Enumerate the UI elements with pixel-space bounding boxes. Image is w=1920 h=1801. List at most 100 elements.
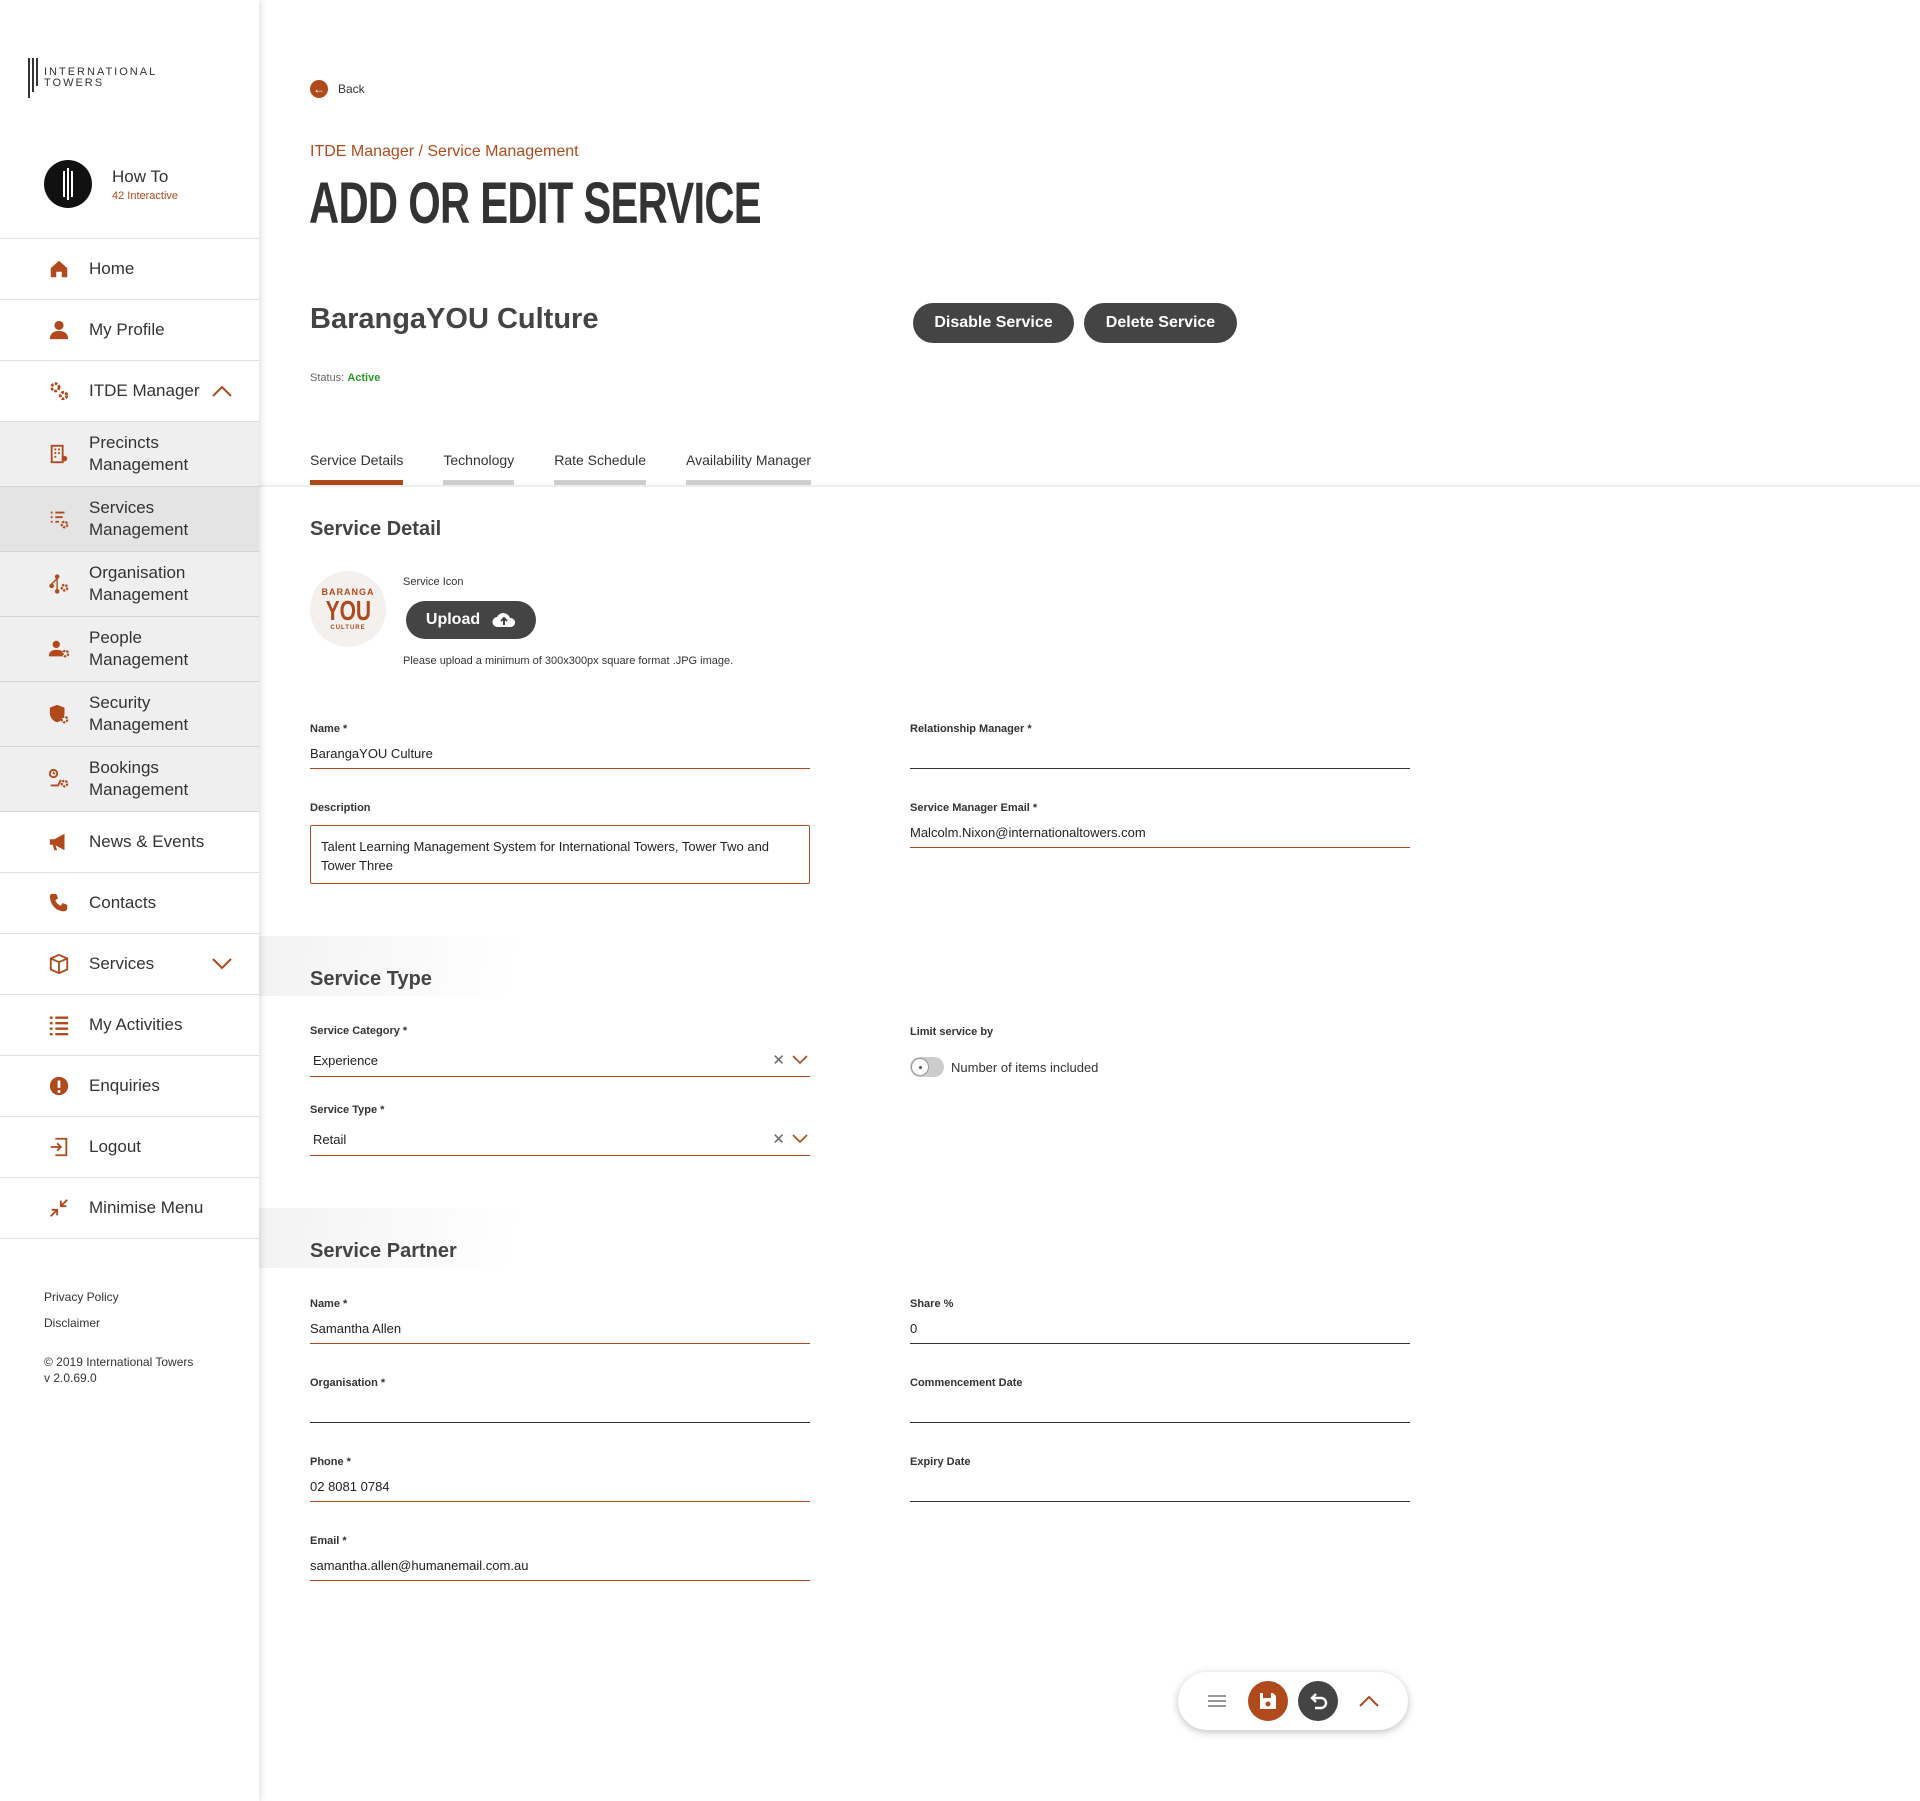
scroll-top-button[interactable] — [1349, 1681, 1389, 1721]
service-manager-email-input[interactable] — [910, 824, 1410, 848]
building-icon — [48, 443, 70, 465]
service-type-select[interactable]: Retail ✕ — [310, 1126, 810, 1156]
save-button[interactable] — [1247, 1681, 1288, 1721]
relationship-manager-input[interactable] — [910, 745, 1410, 769]
field-label: Email * — [310, 1535, 347, 1547]
nav-label: Services — [89, 954, 155, 973]
home-icon — [48, 258, 70, 280]
arrow-left-icon: ← — [310, 80, 328, 98]
limit-items-toggle-row: Number of items included — [910, 1057, 1098, 1077]
status-value: Active — [347, 372, 381, 384]
nav-item-security[interactable]: Security Management — [0, 682, 259, 747]
logo-mark — [28, 58, 38, 98]
tab-service-details[interactable]: Service Details — [310, 452, 404, 485]
share-percent-input[interactable] — [910, 1320, 1410, 1344]
user-card[interactable]: How To 42 Interactive — [44, 160, 178, 208]
nav-item-people[interactable]: People Management — [0, 617, 259, 682]
limit-items-toggle[interactable] — [910, 1057, 944, 1077]
nav-label: Organisation Management — [89, 563, 189, 604]
tab-bar: Service Details Technology Rate Schedule… — [310, 452, 851, 485]
main-nav: Home My Profile ITDE Manager Precincts M… — [0, 238, 259, 1239]
organisation-input[interactable] — [310, 1399, 810, 1423]
chevron-down-icon[interactable] — [792, 1055, 808, 1065]
copyright: © 2019 International Towers — [44, 1355, 194, 1369]
commencement-date-input[interactable] — [910, 1399, 1410, 1423]
save-icon — [1259, 1693, 1276, 1709]
nav-item-itde-manager[interactable]: ITDE Manager — [0, 361, 259, 422]
logout-icon — [48, 1136, 70, 1158]
relationship-manager-field: Relationship Manager * — [910, 723, 1410, 769]
field-label: Share % — [910, 1298, 954, 1310]
delete-service-button[interactable]: Delete Service — [1084, 303, 1237, 343]
nav-item-services[interactable]: Services — [0, 934, 259, 995]
organisation-field: Organisation * — [310, 1377, 810, 1423]
back-button[interactable]: ← Back — [310, 80, 365, 98]
nav-item-bookings[interactable]: Bookings Management — [0, 747, 259, 812]
nav-label: Precincts Management — [89, 433, 189, 474]
minimise-icon — [48, 1197, 70, 1219]
service-manager-email-field: Service Manager Email * — [910, 802, 1410, 848]
field-label: Service Type * — [310, 1104, 385, 1116]
menu-button[interactable] — [1197, 1681, 1237, 1721]
tab-divider — [259, 485, 1920, 487]
field-label: Relationship Manager * — [910, 723, 1032, 735]
nav-item-enquiries[interactable]: Enquiries — [0, 1056, 259, 1117]
nav-label: Bookings Management — [89, 758, 189, 799]
upload-button[interactable]: Upload — [406, 601, 536, 639]
sidebar: INTERNATIONAL TOWERS How To 42 Interacti… — [0, 0, 259, 1801]
partner-name-input[interactable] — [310, 1320, 810, 1344]
nav-label: News & Events — [89, 832, 205, 851]
nav-item-my-profile[interactable]: My Profile — [0, 300, 259, 361]
field-label: Name * — [310, 723, 348, 735]
nav-item-precincts[interactable]: Precincts Management — [0, 422, 259, 487]
tab-availability-manager[interactable]: Availability Manager — [686, 452, 812, 485]
select-value: Retail — [313, 1132, 347, 1147]
service-category-select[interactable]: Experience ✕ — [310, 1047, 810, 1077]
expiry-date-field: Expiry Date — [910, 1456, 1410, 1502]
field-label: Service Manager Email * — [910, 802, 1038, 814]
upload-label: Upload — [425, 611, 481, 628]
tab-technology[interactable]: Technology — [443, 452, 515, 485]
privacy-policy-link[interactable]: Privacy Policy — [44, 1290, 193, 1304]
disable-service-button[interactable]: Disable Service — [913, 303, 1074, 343]
nav-item-news-events[interactable]: News & Events — [0, 812, 259, 873]
undo-icon — [1310, 1693, 1328, 1710]
nav-item-organisation[interactable]: Organisation Management — [0, 552, 259, 617]
partner-email-input[interactable] — [310, 1557, 810, 1581]
nav-item-home[interactable]: Home — [0, 239, 259, 300]
sidebar-footer: Privacy Policy Disclaimer © 2019 Interna… — [44, 1290, 193, 1398]
nav-label: Enquiries — [89, 1076, 160, 1095]
description-textarea[interactable]: Talent Learning Management System for In… — [310, 825, 810, 884]
nav-label: Minimise Menu — [89, 1198, 204, 1217]
nav-item-services-management[interactable]: Services Management — [0, 487, 259, 552]
user-name: How To — [112, 166, 169, 186]
upload-hint: Please upload a minimum of 300x300px squ… — [403, 655, 734, 667]
clear-icon[interactable]: ✕ — [772, 1051, 785, 1069]
nav-item-contacts[interactable]: Contacts — [0, 873, 259, 934]
nav-label: My Activities — [89, 1015, 183, 1034]
clear-icon[interactable]: ✕ — [772, 1130, 785, 1148]
toggle-label: Number of items included — [951, 1059, 1099, 1075]
breadcrumb[interactable]: ITDE Manager / Service Management — [310, 143, 579, 161]
field-label: Name * — [310, 1298, 348, 1310]
logo-line-2: TOWERS — [44, 77, 105, 89]
undo-button[interactable] — [1298, 1681, 1339, 1721]
expiry-date-input[interactable] — [910, 1478, 1410, 1502]
menu-icon — [1208, 1695, 1227, 1707]
chevron-down-icon[interactable] — [792, 1134, 808, 1144]
chevron-down-icon[interactable] — [211, 957, 233, 971]
nav-item-minimise-menu[interactable]: Minimise Menu — [0, 1178, 259, 1239]
nav-label: ITDE Manager — [89, 381, 200, 400]
phone-input[interactable] — [310, 1478, 810, 1502]
tab-rate-schedule[interactable]: Rate Schedule — [554, 452, 647, 485]
section-title-service-type: Service Type — [310, 968, 432, 990]
service-category-field: Service Category * Experience ✕ — [310, 1025, 810, 1077]
org-chart-icon — [48, 573, 70, 595]
disclaimer-link[interactable]: Disclaimer — [44, 1316, 193, 1330]
nav-item-logout[interactable]: Logout — [0, 1117, 259, 1178]
logo[interactable]: INTERNATIONAL TOWERS — [28, 58, 157, 98]
field-label: Commencement Date — [910, 1377, 1023, 1389]
service-name-input[interactable] — [310, 745, 810, 769]
chevron-up-icon[interactable] — [211, 384, 233, 398]
nav-item-my-activities[interactable]: My Activities — [0, 995, 259, 1056]
